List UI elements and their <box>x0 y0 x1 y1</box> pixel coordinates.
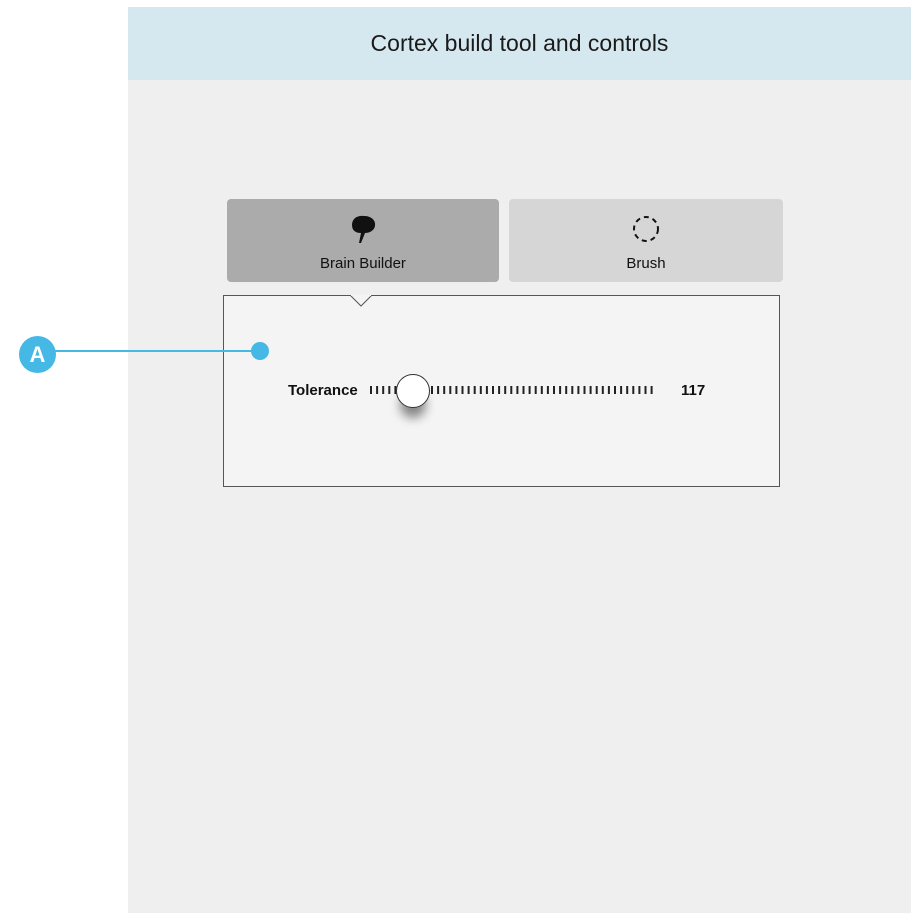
tolerance-label: Tolerance <box>288 382 358 399</box>
tool-options-popover: Tolerance 117 <box>223 295 780 487</box>
page-title: Cortex build tool and controls <box>128 7 911 80</box>
annotation-badge: A <box>19 336 56 373</box>
annotation-dot <box>251 342 269 360</box>
tab-brain-builder-label: Brain Builder <box>320 255 406 272</box>
tab-brush-label: Brush <box>626 255 666 272</box>
dashed-circle-icon <box>629 212 663 250</box>
tolerance-value: 117 <box>681 382 706 399</box>
popover-caret <box>350 295 372 307</box>
annotation-leader-line <box>55 350 260 352</box>
tab-brain-builder[interactable]: Brain Builder <box>227 199 499 282</box>
tolerance-slider-thumb[interactable] <box>395 374 430 408</box>
tab-brush[interactable]: Brush <box>509 199 783 282</box>
brain-icon <box>346 212 380 250</box>
main-panel: Cortex build tool and controls Brain Bui… <box>128 7 911 913</box>
